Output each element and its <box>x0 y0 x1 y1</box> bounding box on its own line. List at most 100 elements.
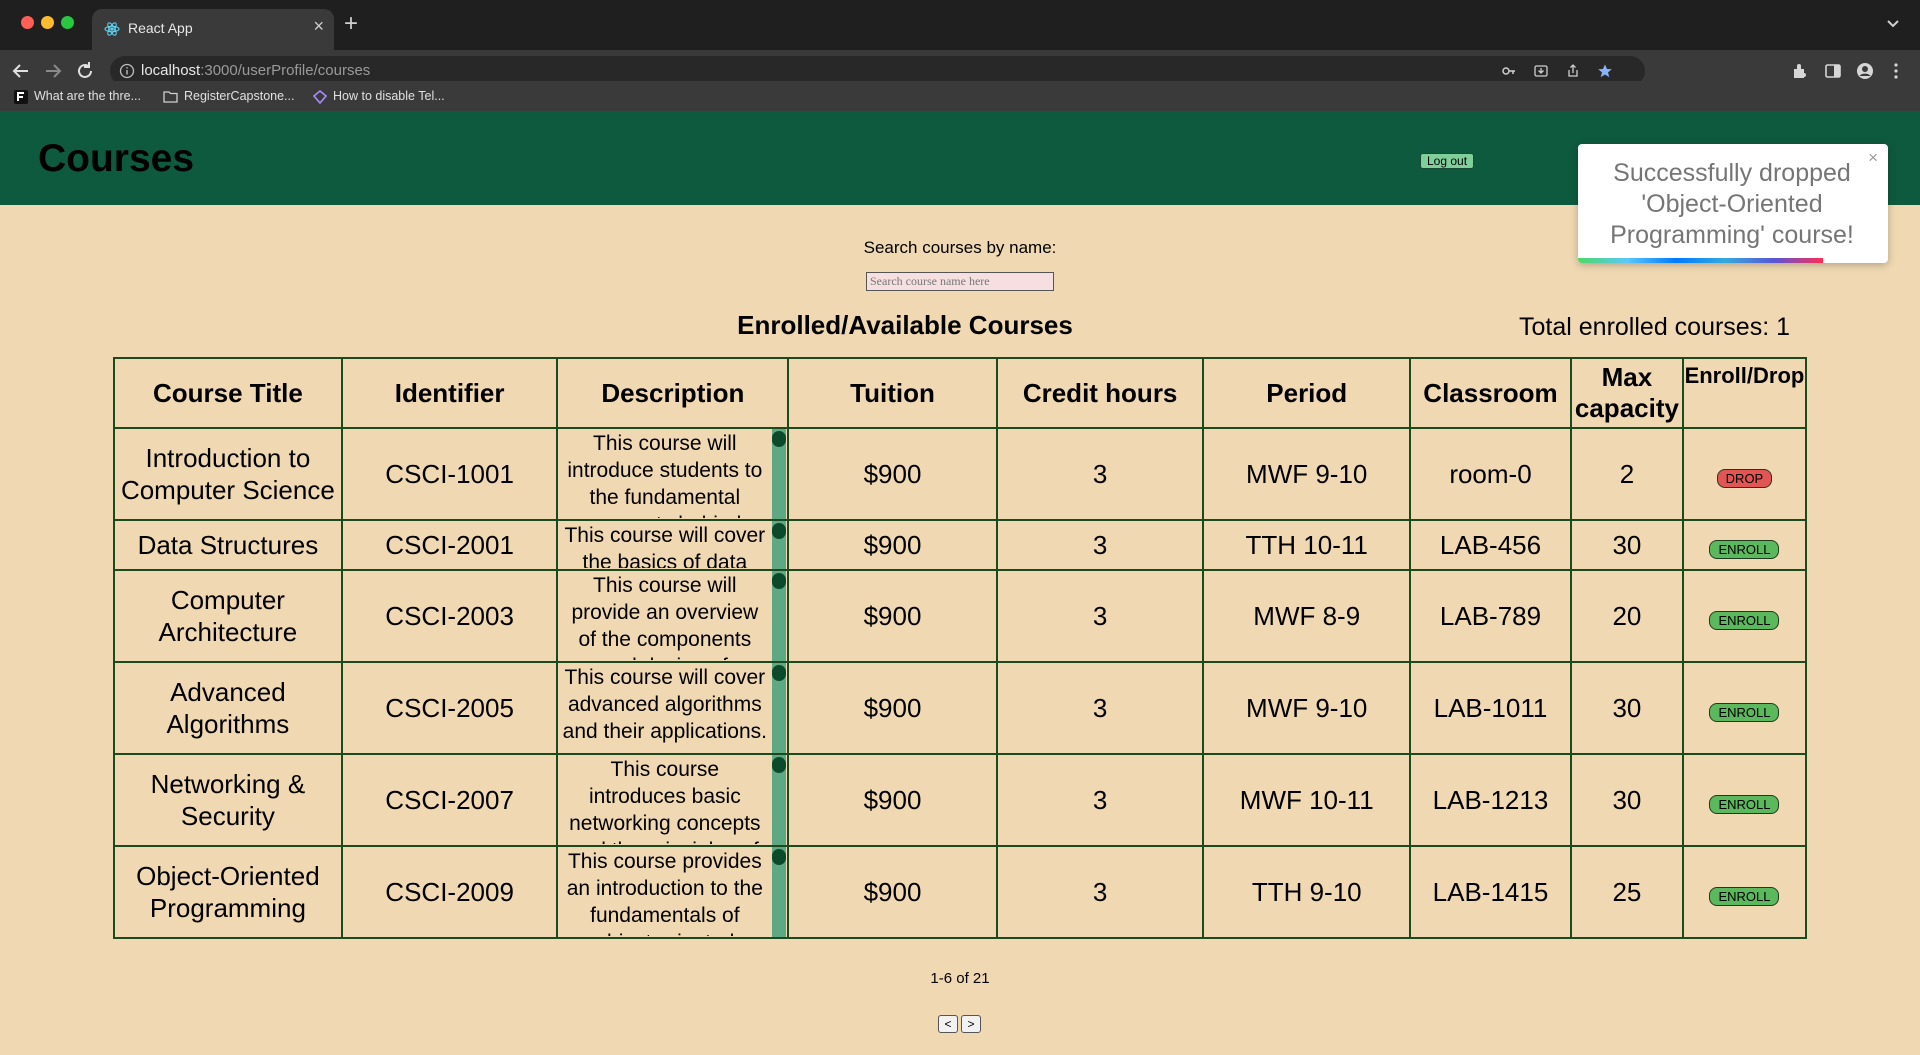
column-header: Max capacity <box>1569 357 1684 429</box>
enroll-button[interactable]: ENROLL <box>1709 795 1780 814</box>
scrollbar-thumb[interactable] <box>772 573 787 589</box>
course-description: This course will provide an overview of … <box>571 574 759 660</box>
course-classroom: LAB-456 <box>1409 519 1572 571</box>
course-identifier: CSCI-2009 <box>340 845 559 939</box>
action-cell: ENROLL <box>1681 519 1808 571</box>
action-cell: ENROLL <box>1681 569 1808 663</box>
course-max-capacity: 2 <box>1569 427 1684 521</box>
back-arrow-icon[interactable] <box>10 60 32 82</box>
course-title: Introduction to Computer Science <box>113 427 343 521</box>
course-description: This course will introduce students to t… <box>567 432 763 518</box>
column-header: Period <box>1202 357 1412 429</box>
scrollbar-thumb[interactable] <box>772 523 787 539</box>
course-credit-hours: 3 <box>995 519 1205 571</box>
table-row: Data Structures CSCI-2001 This course wi… <box>113 519 1808 571</box>
bookmark-item[interactable]: How to disable Tel... <box>313 87 445 105</box>
description-scrollbar[interactable] <box>772 429 787 519</box>
description-scrollbar[interactable] <box>772 755 787 845</box>
next-page-button[interactable]: > <box>961 1015 981 1033</box>
description-cell: This course introduces basic networking … <box>556 753 790 847</box>
course-max-capacity: 30 <box>1569 661 1684 755</box>
url-text: localhost:3000/userProfile/courses <box>141 62 371 79</box>
enroll-button[interactable]: ENROLL <box>1709 611 1780 630</box>
action-cell: ENROLL <box>1681 753 1808 847</box>
side-panel-icon[interactable] <box>1823 61 1843 81</box>
maximize-window-button[interactable] <box>61 16 74 29</box>
toast-progress-bar <box>1578 258 1823 263</box>
course-identifier: CSCI-2005 <box>340 661 559 755</box>
course-credit-hours: 3 <box>995 753 1205 847</box>
course-tuition: $900 <box>787 569 998 663</box>
course-period: TTH 10-11 <box>1202 519 1412 571</box>
action-cell: ENROLL <box>1681 845 1808 939</box>
bookmark-folder[interactable]: RegisterCapstone... <box>163 87 294 105</box>
course-period: MWF 10-11 <box>1202 753 1412 847</box>
course-title: Data Structures <box>113 519 343 571</box>
scrollbar-thumb[interactable] <box>772 849 787 865</box>
more-menu-icon[interactable] <box>1886 61 1906 81</box>
install-icon[interactable] <box>1533 63 1549 79</box>
pagination-status: 1-6 of 21 <box>930 970 990 987</box>
table-row: Advanced Algorithms CSCI-2005 This cours… <box>113 661 1808 755</box>
new-tab-icon[interactable]: + <box>344 12 358 36</box>
description-cell: This course will introduce students to t… <box>556 427 790 521</box>
close-icon[interactable]: × <box>1868 148 1878 168</box>
description-scrollbar[interactable] <box>772 521 787 569</box>
course-tuition: $900 <box>787 519 998 571</box>
site-info-icon[interactable] <box>119 63 135 79</box>
extensions-icon[interactable] <box>1790 61 1810 81</box>
profile-avatar-icon[interactable] <box>1855 61 1875 81</box>
column-header: Description <box>556 357 790 429</box>
table-row: Object-Oriented Programming CSCI-2009 Th… <box>113 845 1808 939</box>
course-max-capacity: 30 <box>1569 519 1684 571</box>
forward-arrow-icon[interactable] <box>42 60 64 82</box>
scrollbar-thumb[interactable] <box>772 431 787 447</box>
course-title: Object-Oriented Programming <box>113 845 343 939</box>
table-row: Computer Architecture CSCI-2003 This cou… <box>113 569 1808 663</box>
reload-icon[interactable] <box>74 60 96 82</box>
column-header: Tuition <box>787 357 998 429</box>
diamond-icon <box>313 89 327 104</box>
course-period: MWF 9-10 <box>1202 661 1412 755</box>
minimize-window-button[interactable] <box>41 16 54 29</box>
enroll-button[interactable]: ENROLL <box>1709 703 1780 722</box>
key-icon[interactable] <box>1501 63 1517 79</box>
description-scrollbar[interactable] <box>772 663 787 753</box>
table-header-row: Course Title Identifier Description Tuit… <box>113 357 1808 429</box>
description-cell: This course provides an introduction to … <box>556 845 790 939</box>
react-logo-icon <box>104 22 120 36</box>
course-max-capacity: 25 <box>1569 845 1684 939</box>
course-identifier: CSCI-2007 <box>340 753 559 847</box>
total-enrolled-count: Total enrolled courses: 1 <box>1519 313 1790 341</box>
bookmark-star-icon[interactable] <box>1597 63 1613 79</box>
browser-tab-strip: React App × + <box>0 0 1920 50</box>
column-header: Classroom <box>1409 357 1572 429</box>
course-classroom: room-0 <box>1409 427 1572 521</box>
enroll-button[interactable]: ENROLL <box>1709 540 1780 559</box>
drop-button[interactable]: DROP <box>1716 469 1773 488</box>
course-classroom: LAB-1011 <box>1409 661 1572 755</box>
share-icon[interactable] <box>1565 63 1581 79</box>
description-scrollbar[interactable] <box>772 571 787 661</box>
close-window-button[interactable] <box>21 16 34 29</box>
course-tuition: $900 <box>787 845 998 939</box>
course-classroom: LAB-1213 <box>1409 753 1572 847</box>
action-cell: DROP <box>1681 427 1808 521</box>
close-tab-icon[interactable]: × <box>313 16 324 36</box>
chevron-down-icon[interactable] <box>1884 14 1902 32</box>
description-scrollbar[interactable] <box>772 847 787 937</box>
enroll-button[interactable]: ENROLL <box>1709 887 1780 906</box>
course-description: This course provides an introduction to … <box>566 850 763 936</box>
browser-tab[interactable]: React App × <box>92 9 334 50</box>
logout-button[interactable]: Log out <box>1420 153 1475 169</box>
scrollbar-thumb[interactable] <box>772 757 787 773</box>
action-cell: ENROLL <box>1681 661 1808 755</box>
scrollbar-thumb[interactable] <box>772 665 787 681</box>
description-cell: This course will cover advanced algorith… <box>556 661 790 755</box>
course-period: MWF 8-9 <box>1202 569 1412 663</box>
course-title: Computer Architecture <box>113 569 343 663</box>
folder-icon <box>163 91 178 103</box>
bookmark-item[interactable]: What are the thre... <box>14 87 141 105</box>
prev-page-button[interactable]: < <box>938 1015 958 1033</box>
search-input[interactable] <box>866 272 1054 291</box>
